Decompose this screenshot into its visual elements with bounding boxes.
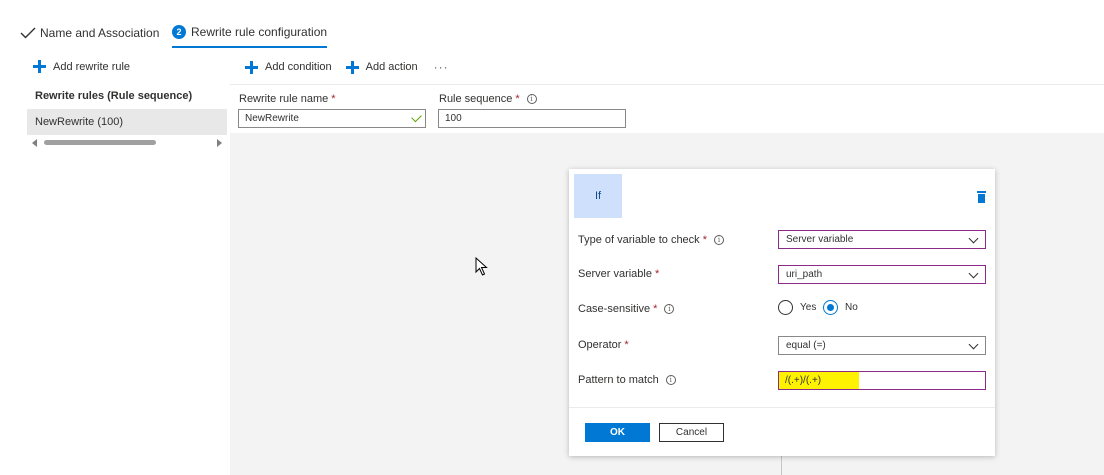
info-icon[interactable]: i: [664, 304, 675, 314]
server-variable-label-text: Server variable: [578, 268, 652, 280]
tab-label: Rewrite rule configuration: [191, 24, 328, 39]
add-rewrite-rule-button[interactable]: Add rewrite rule: [33, 60, 130, 73]
radio-circle-selected[interactable]: [823, 300, 838, 315]
rule-sequence-value: 100: [445, 113, 462, 124]
server-variable-select[interactable]: uri_path: [778, 265, 986, 284]
variable-type-value: Server variable: [786, 234, 854, 245]
server-variable-label: Server variable *: [578, 268, 659, 280]
rule-sequence-label: Rule sequence * i: [439, 93, 537, 105]
plus-icon: [245, 60, 258, 74]
step-number-badge: 2: [172, 24, 186, 39]
info-icon[interactable]: i: [713, 235, 724, 245]
case-sensitive-yes-radio[interactable]: Yes: [778, 300, 816, 315]
variable-type-label-text: Type of variable to check: [578, 234, 700, 246]
case-sensitive-no-radio[interactable]: No: [823, 300, 858, 315]
operator-value: equal (=): [786, 340, 826, 351]
operator-label-text: Operator: [578, 339, 622, 351]
pattern-highlight: /(.+)/(.+): [779, 372, 859, 389]
ok-button[interactable]: OK: [585, 423, 650, 442]
required-mark: *: [624, 339, 629, 351]
scroll-right-icon[interactable]: [217, 139, 222, 147]
chevron-down-icon: [968, 268, 979, 279]
tab-name-and-association[interactable]: Name and Association: [20, 18, 159, 48]
info-icon[interactable]: i: [665, 375, 676, 385]
add-condition-button[interactable]: Add condition: [245, 60, 332, 74]
plus-icon: [345, 60, 359, 74]
add-action-label: Add action: [365, 61, 418, 73]
chevron-down-icon: [968, 233, 979, 244]
dialog-divider: [569, 407, 995, 408]
pattern-label: Pattern to match i: [578, 374, 676, 386]
variable-type-select[interactable]: Server variable: [778, 230, 986, 249]
cancel-button[interactable]: Cancel: [659, 423, 724, 442]
horizontal-scrollbar[interactable]: [27, 136, 227, 148]
pattern-input[interactable]: /(.+)/(.+): [778, 371, 986, 390]
rule-list-item[interactable]: NewRewrite (100): [27, 109, 227, 135]
required-mark: *: [331, 93, 336, 105]
rule-name-label-text: Rewrite rule name: [239, 93, 329, 105]
required-mark: *: [702, 234, 707, 246]
rule-name-label: Rewrite rule name *: [239, 93, 336, 105]
variable-type-label: Type of variable to check * i: [578, 234, 724, 246]
radio-circle[interactable]: [778, 300, 793, 315]
rule-sequence-label-text: Rule sequence: [439, 93, 513, 105]
rules-heading: Rewrite rules (Rule sequence): [35, 90, 193, 102]
add-condition-label: Add condition: [265, 61, 332, 73]
tab-rewrite-rule-configuration[interactable]: 2 Rewrite rule configuration: [172, 18, 328, 48]
checkmark-icon: [20, 27, 36, 39]
operator-select[interactable]: equal (=): [778, 336, 986, 355]
valid-check-icon: [411, 111, 422, 123]
server-variable-value: uri_path: [786, 269, 823, 280]
tab-label: Name and Association: [40, 26, 160, 40]
pattern-label-text: Pattern to match: [578, 374, 659, 386]
add-action-button[interactable]: Add action: [345, 60, 418, 74]
operator-label: Operator *: [578, 339, 629, 351]
more-options-button[interactable]: ···: [434, 60, 449, 74]
case-sensitive-label-text: Case-sensitive: [578, 303, 651, 315]
radio-label-no: No: [845, 302, 858, 313]
scrollbar-thumb[interactable]: [44, 140, 156, 145]
rewrite-rules-panel: Add rewrite rule Rewrite rules (Rule seq…: [27, 55, 227, 475]
radio-label-yes: Yes: [800, 302, 817, 313]
divider: [230, 84, 1104, 85]
condition-dialog: If Type of variable to check * i Server …: [569, 169, 995, 456]
if-header: If: [574, 174, 622, 218]
rule-name-input[interactable]: NewRewrite: [238, 109, 426, 128]
rule-name-value: NewRewrite: [245, 113, 299, 124]
condition-toolbar: Add condition Add action ···: [245, 59, 449, 75]
plus-icon: [33, 60, 46, 73]
info-icon[interactable]: i: [526, 94, 537, 104]
mouse-cursor-icon: [475, 257, 488, 276]
trash-icon[interactable]: [977, 191, 986, 203]
connector-line: [781, 456, 782, 475]
chevron-down-icon: [968, 339, 979, 350]
scroll-left-icon[interactable]: [32, 139, 37, 147]
required-mark: *: [653, 303, 658, 315]
required-mark: *: [515, 93, 520, 105]
required-mark: *: [654, 268, 660, 280]
add-rewrite-rule-label: Add rewrite rule: [53, 60, 131, 73]
case-sensitive-label: Case-sensitive * i: [578, 303, 675, 315]
rule-sequence-input[interactable]: 100: [438, 109, 626, 128]
